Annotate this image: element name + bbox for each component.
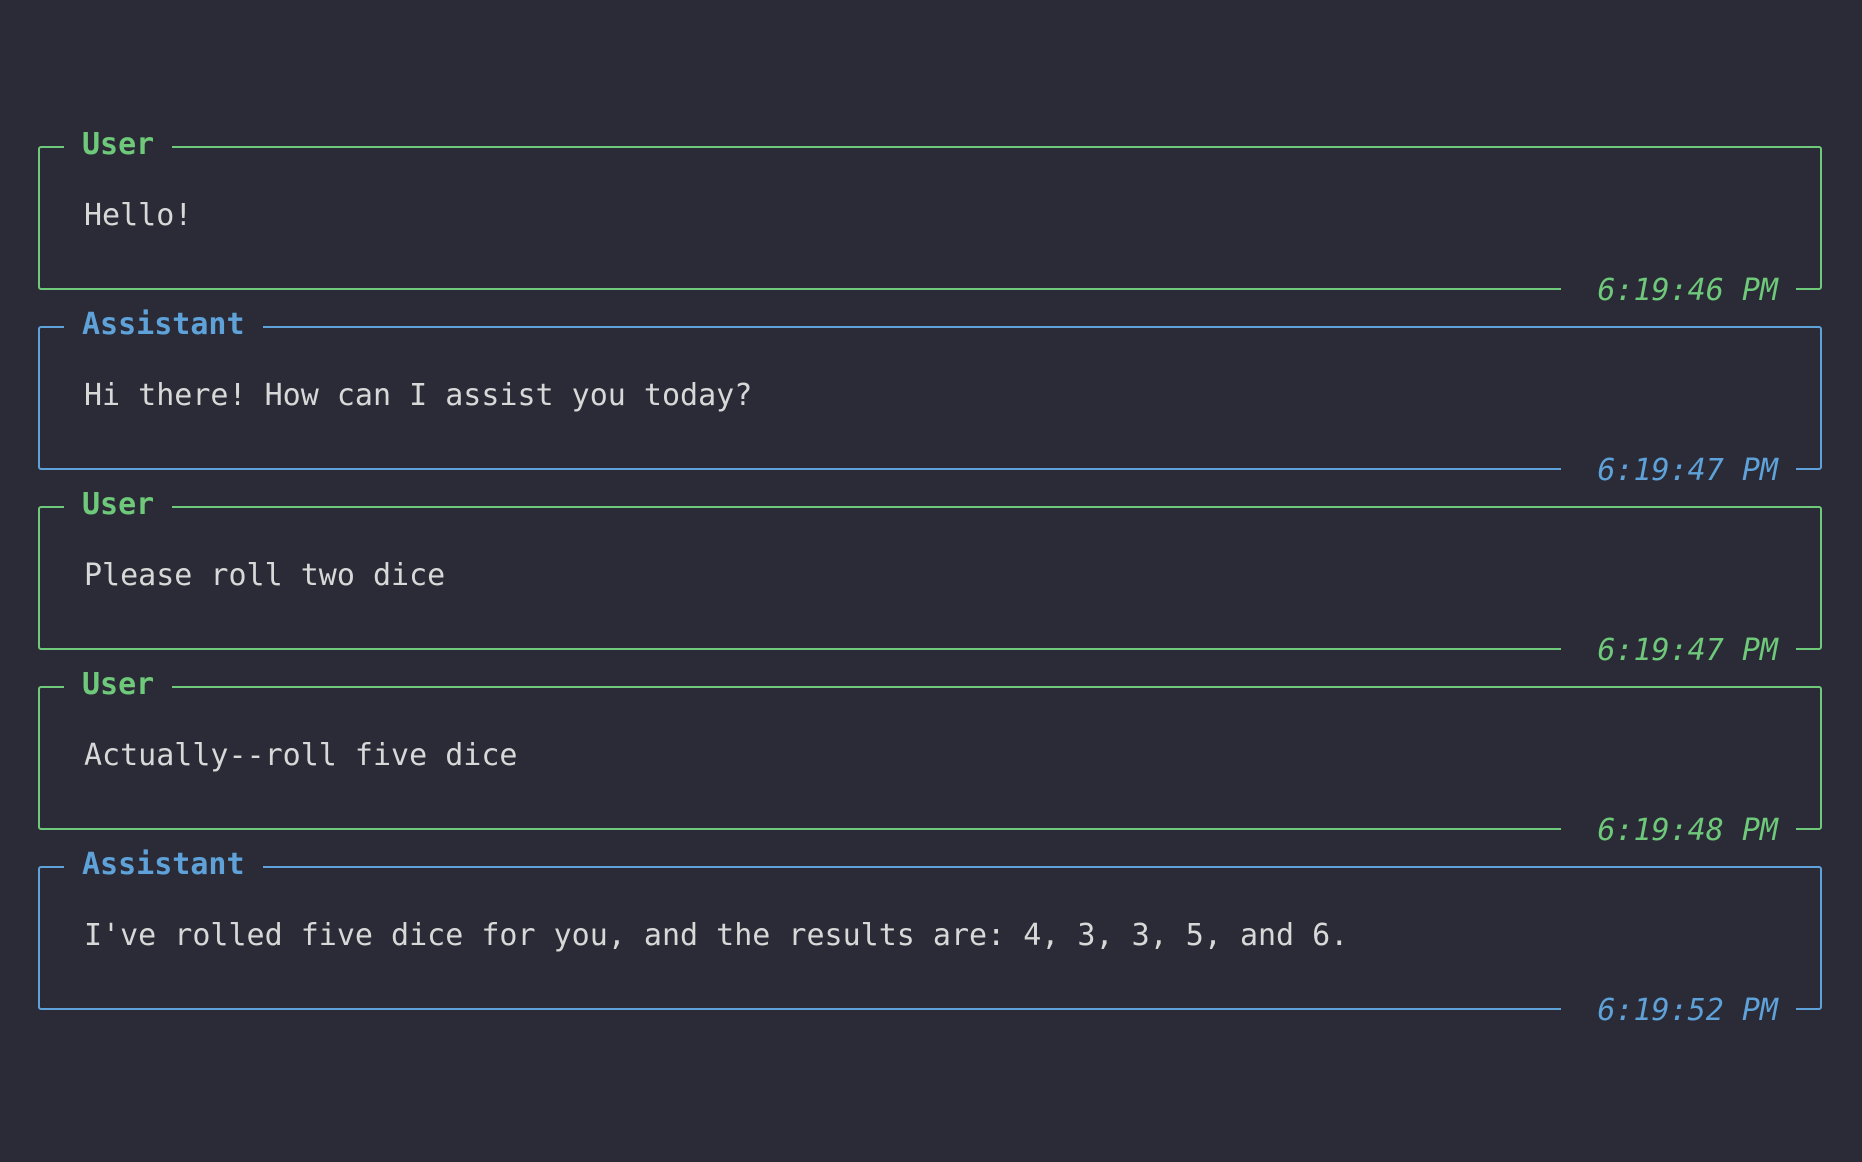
message-assistant: Assistant I've rolled five dice for you,… <box>38 847 1822 1029</box>
message-role: Assistant <box>64 847 263 883</box>
message-role: User <box>64 127 173 163</box>
message-role: User <box>64 487 173 523</box>
message-timestamp: 6:19:47 PM <box>1561 453 1796 489</box>
message-assistant: Assistant Hi there! How can I assist you… <box>38 307 1822 489</box>
message-text[interactable]: Hello! <box>84 198 192 234</box>
message-user: User Hello! 6:19:46 PM <box>38 127 1822 309</box>
message-text[interactable]: Please roll two dice <box>84 558 445 594</box>
message-timestamp: 6:19:52 PM <box>1561 993 1796 1029</box>
message-text[interactable]: I've rolled five dice for you, and the r… <box>84 918 1348 954</box>
message-border <box>38 146 1822 290</box>
message-text[interactable]: Actually--roll five dice <box>84 738 517 774</box>
message-role: Assistant <box>64 307 263 343</box>
message-role: User <box>64 667 173 703</box>
chat-log: User Hello! 6:19:46 PM Assistant Hi ther… <box>38 127 1822 1029</box>
message-timestamp: 6:19:48 PM <box>1561 813 1796 849</box>
message-timestamp: 6:19:46 PM <box>1561 273 1796 309</box>
message-timestamp: 6:19:47 PM <box>1561 633 1796 669</box>
message-user: User Please roll two dice 6:19:47 PM <box>38 487 1822 669</box>
message-user: User Actually--roll five dice 6:19:48 PM <box>38 667 1822 849</box>
message-text[interactable]: Hi there! How can I assist you today? <box>84 378 752 414</box>
